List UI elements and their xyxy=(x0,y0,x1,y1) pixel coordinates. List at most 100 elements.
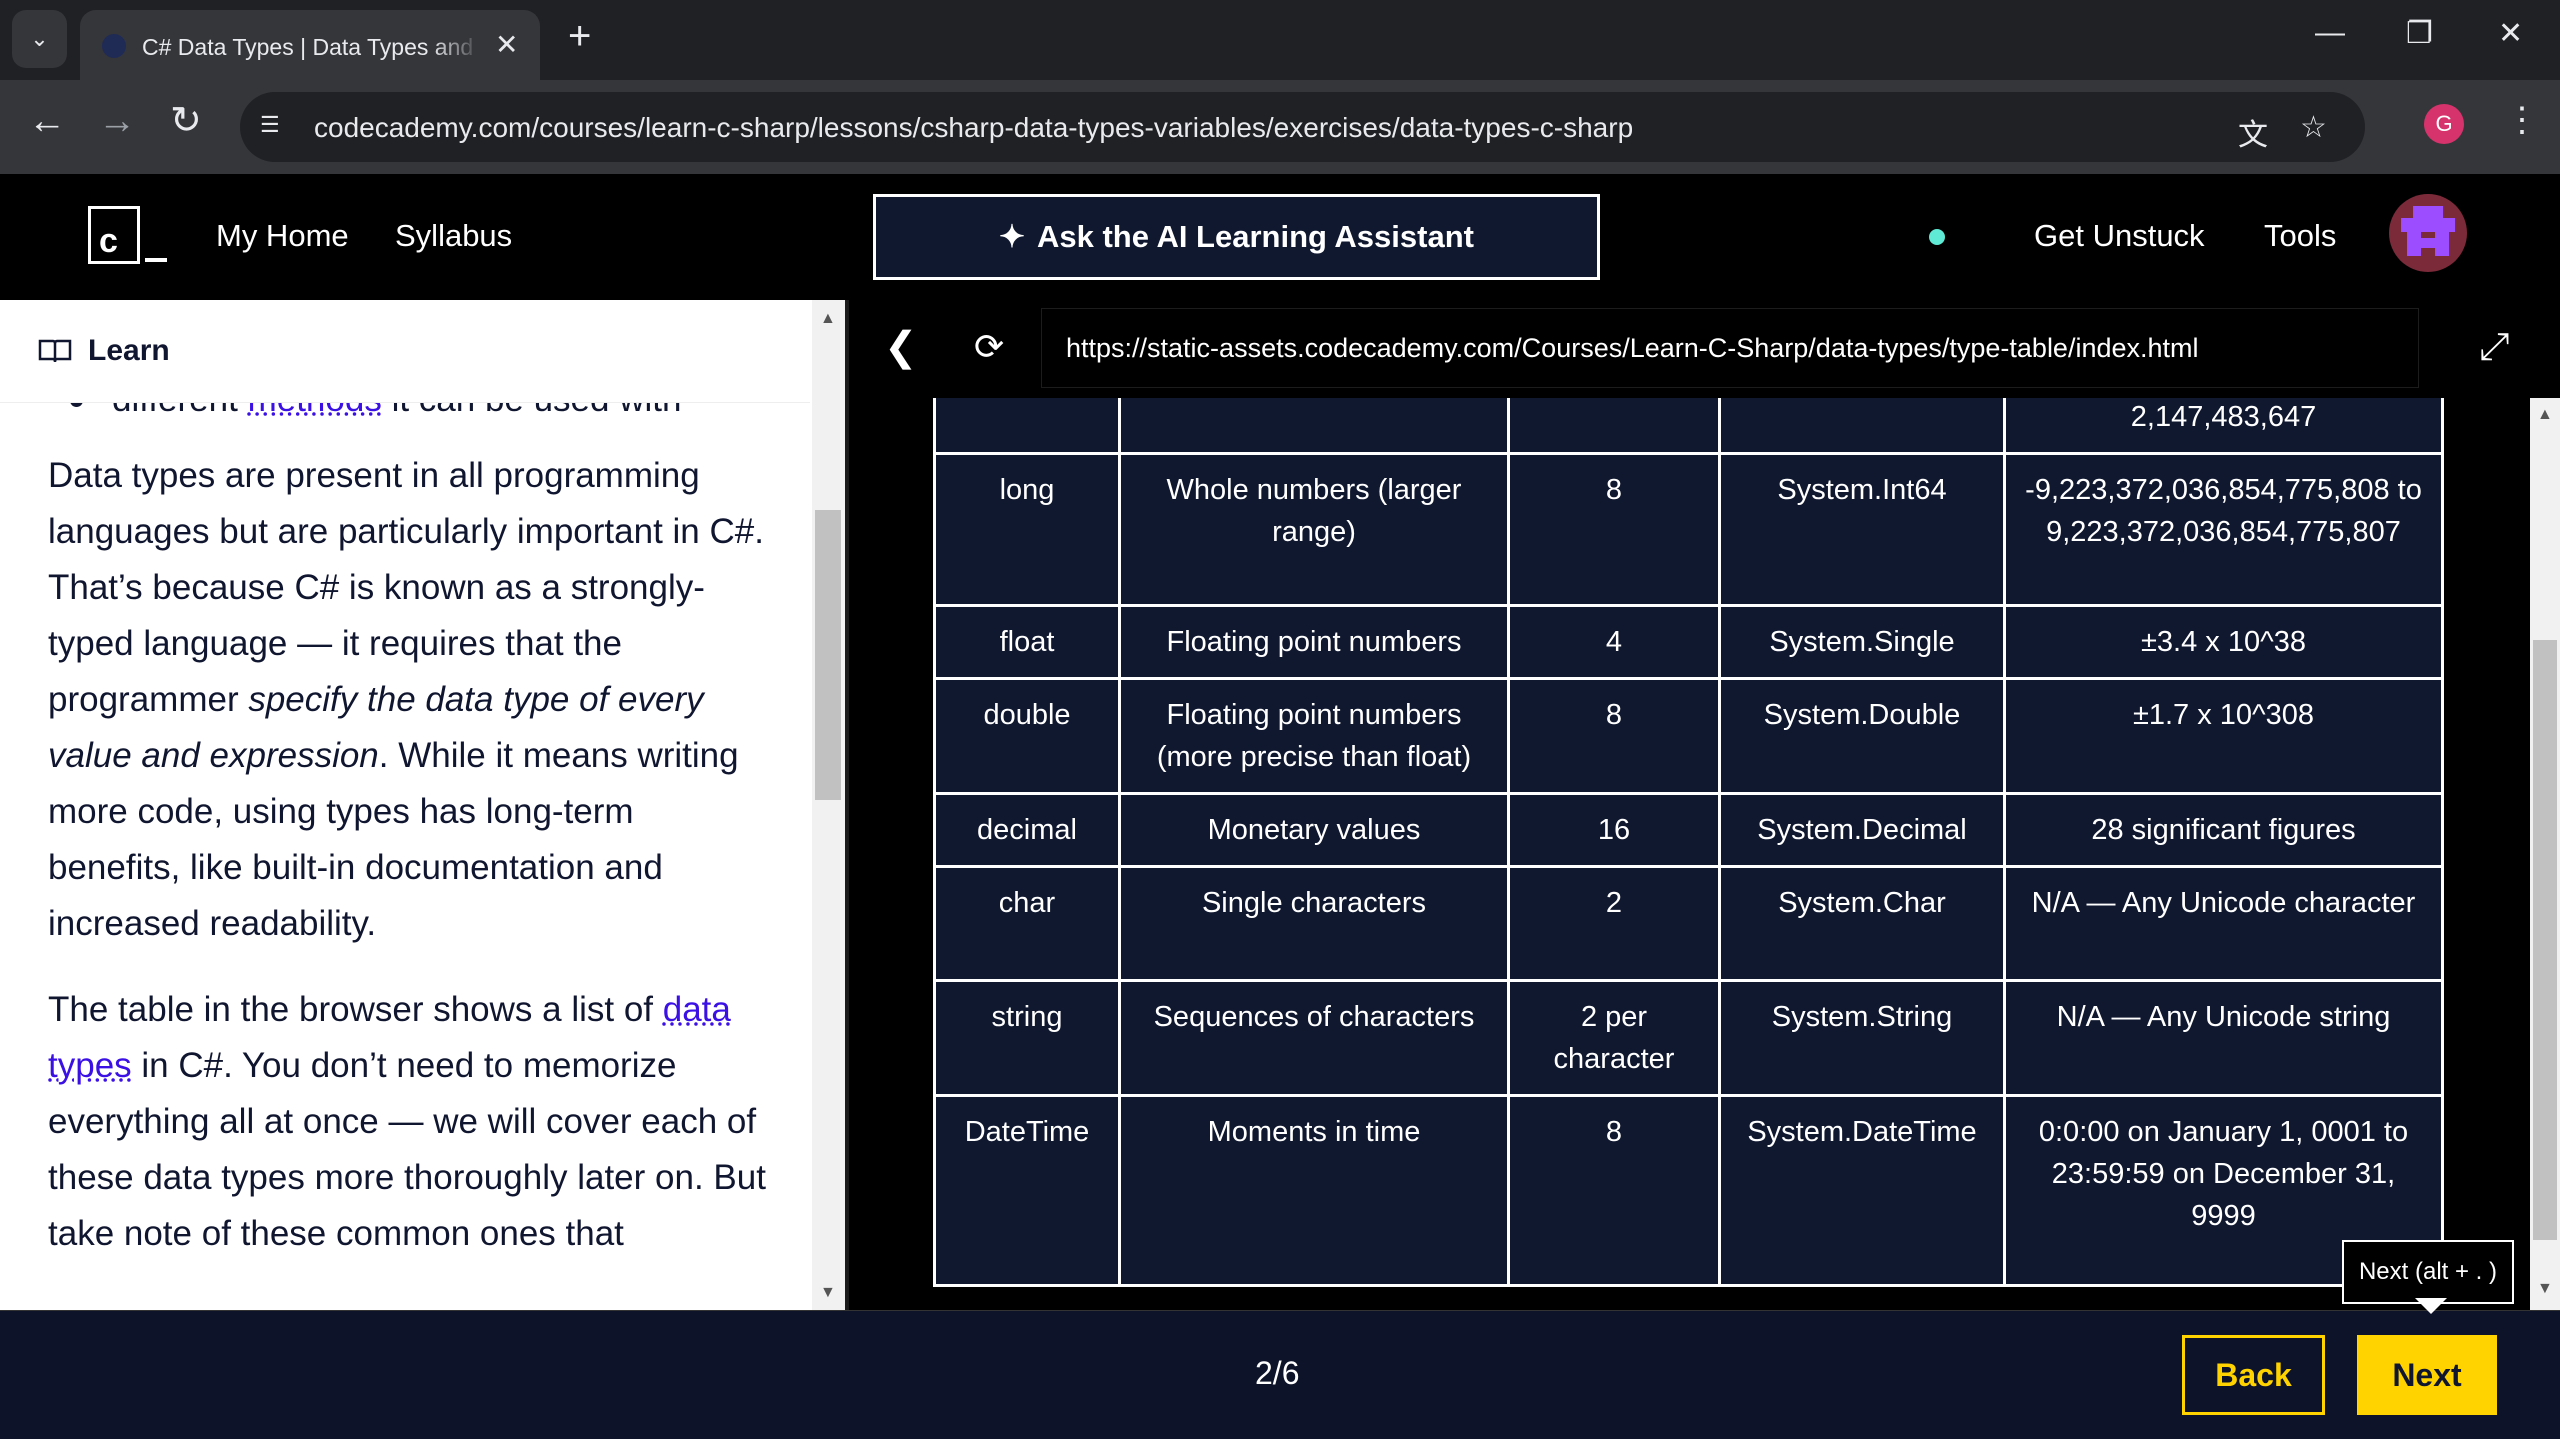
translate-icon[interactable]: 文 xyxy=(2238,110,2268,154)
back-button[interactable]: Back xyxy=(2182,1335,2325,1415)
table-cell-description: Single characters xyxy=(1118,865,1510,982)
table-cell-description: Moments in time xyxy=(1118,1094,1510,1287)
panel-browser-bar: ❮ ⟳ https://static-assets.codecademy.com… xyxy=(849,300,2560,398)
table-cell-bytes: 8 xyxy=(1507,452,1721,607)
site-info-icon[interactable]: ☰ xyxy=(260,112,290,142)
table-cell-dotnet: System.Double xyxy=(1718,677,2006,795)
favicon-icon xyxy=(102,34,126,58)
address-url[interactable]: codecademy.com/courses/learn-c-sharp/les… xyxy=(314,112,1633,144)
exercise-progress: 2/6 xyxy=(1255,1355,1300,1391)
panel-url-field[interactable]: https://static-assets.codecademy.com/Cou… xyxy=(1041,308,2419,388)
browser-tab[interactable]: C# Data Types | Data Types and ✕ xyxy=(80,10,540,80)
user-avatar[interactable] xyxy=(2389,194,2467,272)
lesson-footer: 2/6 Back Next xyxy=(0,1310,2560,1439)
nav-syllabus[interactable]: Syllabus xyxy=(395,218,512,254)
paragraph: The table in the browser shows a list of… xyxy=(48,990,766,1253)
table-cell-type: string xyxy=(933,979,1121,1097)
table-cell-range: ±1.7 x 10^308 xyxy=(2003,677,2444,795)
table-row: char Single characters 2 System.Char N/A — A… xyxy=(933,865,2444,982)
window-close-icon[interactable]: ✕ xyxy=(2498,16,2523,51)
browser-panel: ❮ ⟳ https://static-assets.codecademy.com… xyxy=(849,300,2560,1310)
paragraph: Data types are present in all programmin… xyxy=(48,456,764,943)
bookmark-star-icon[interactable]: ☆ xyxy=(2300,110,2327,145)
restore-icon[interactable]: ❐ xyxy=(2406,16,2433,51)
learn-scrollbar[interactable] xyxy=(812,300,845,1310)
table-cell-description: Floating point numbers xyxy=(1118,604,1510,680)
data-types-table: 2,147,483,647 long Whole numbers (larger r… xyxy=(933,398,2444,1287)
sparkle-icon: ✦ xyxy=(999,219,1025,254)
table-cell-bytes xyxy=(1507,398,1721,455)
get-unstuck-button[interactable]: Get Unstuck xyxy=(2034,218,2205,254)
next-tooltip: Next (alt + . ) xyxy=(2342,1240,2514,1304)
table-row: string Sequences of characters 2 per chara… xyxy=(933,979,2444,1097)
browser-toolbar: ← → ↻ ☰ codecademy.com/courses/learn-c-s… xyxy=(0,80,2560,174)
expand-icon[interactable]: ⤢ xyxy=(2479,326,2509,369)
browser-menu-icon[interactable]: ⋮ xyxy=(2505,100,2539,140)
table-cell-description xyxy=(1118,398,1510,455)
status-dot xyxy=(1929,229,1945,245)
learn-scrollbar-thumb[interactable] xyxy=(815,510,841,800)
back-arrow-icon[interactable]: ← xyxy=(28,102,66,140)
chevron-down-icon: ⌄ xyxy=(30,26,49,51)
table-row: long Whole numbers (larger range) 8 System.… xyxy=(933,452,2444,607)
nav-my-home[interactable]: My Home xyxy=(216,218,349,254)
codecademy-logo[interactable]: c xyxy=(88,206,140,264)
table-cell-dotnet: System.String xyxy=(1718,979,2006,1097)
minimize-icon[interactable]: — xyxy=(2315,16,2345,50)
learn-panel: different methods it can be used with Da… xyxy=(0,300,845,1310)
tooltip-arrow xyxy=(2415,1298,2447,1314)
table-cell-range: 28 significant figures xyxy=(2003,792,2444,868)
table-cell-bytes: 8 xyxy=(1507,1094,1721,1287)
table-cell-dotnet: System.Decimal xyxy=(1718,792,2006,868)
next-button[interactable]: Next xyxy=(2357,1335,2497,1415)
table-row: 2,147,483,647 xyxy=(933,398,2444,455)
scroll-up-icon[interactable]: ▲ xyxy=(820,310,836,328)
table-cell-type: decimal xyxy=(933,792,1121,868)
learn-content: different methods it can be used with Da… xyxy=(48,380,768,1292)
ai-assistant-label: Ask the AI Learning Assistant xyxy=(1037,219,1474,254)
profile-avatar[interactable]: G xyxy=(2424,104,2464,144)
tab-search-button[interactable]: ⌄ xyxy=(12,10,67,68)
address-bar[interactable]: ☰ codecademy.com/courses/learn-c-sharp/l… xyxy=(240,92,2365,162)
table-cell-type: double xyxy=(933,677,1121,795)
table-cell-description: Sequences of characters xyxy=(1118,979,1510,1097)
table-cell-range: 2,147,483,647 xyxy=(2003,398,2444,455)
table-cell-type xyxy=(933,398,1121,455)
logo-underscore xyxy=(145,258,167,262)
ai-assistant-button[interactable]: ✦ Ask the AI Learning Assistant xyxy=(873,194,1600,280)
table-cell-range: ±3.4 x 10^38 xyxy=(2003,604,2444,680)
table-cell-bytes: 2 xyxy=(1507,865,1721,982)
table-row: float Floating point numbers 4 System.Singl… xyxy=(933,604,2444,680)
panel-scroll-up-icon[interactable]: ▲ xyxy=(2537,406,2553,424)
table-cell-dotnet: System.DateTime xyxy=(1718,1094,2006,1287)
table-cell-range: N/A — Any Unicode character xyxy=(2003,865,2444,982)
browser-tab-bar: ⌄ C# Data Types | Data Types and ✕ + — ❐… xyxy=(0,0,2560,80)
scroll-down-icon[interactable]: ▼ xyxy=(820,1284,836,1302)
book-icon xyxy=(38,339,72,363)
tab-title: C# Data Types | Data Types and xyxy=(142,34,474,60)
learn-title: Learn xyxy=(88,334,170,367)
table-cell-range: N/A — Any Unicode string xyxy=(2003,979,2444,1097)
panel-scrollbar-thumb[interactable] xyxy=(2533,640,2557,1240)
table-cell-type: float xyxy=(933,604,1121,680)
table-cell-bytes: 2 per character xyxy=(1507,979,1721,1097)
tools-button[interactable]: Tools xyxy=(2264,218,2336,254)
table-cell-description: Monetary values xyxy=(1118,792,1510,868)
table-cell-type: char xyxy=(933,865,1121,982)
panel-refresh-icon[interactable]: ⟳ xyxy=(974,326,1004,368)
panel-scroll-down-icon[interactable]: ▼ xyxy=(2537,1280,2553,1298)
close-icon[interactable]: ✕ xyxy=(495,28,518,61)
site-header: c My Home Syllabus ✦ Ask the AI Learning… xyxy=(0,174,2560,300)
table-cell-bytes: 16 xyxy=(1507,792,1721,868)
table-row: decimal Monetary values 16 System.Decimal 28… xyxy=(933,792,2444,868)
table-cell-bytes: 4 xyxy=(1507,604,1721,680)
table-cell-description: Floating point numbers (more precise tha… xyxy=(1118,677,1510,795)
reload-icon[interactable]: ↻ xyxy=(170,102,202,140)
forward-arrow-icon[interactable]: → xyxy=(98,102,136,140)
table-row: double Floating point numbers (more preci… xyxy=(933,677,2444,795)
panel-back-icon[interactable]: ❮ xyxy=(884,324,918,370)
table-cell-bytes: 8 xyxy=(1507,677,1721,795)
table-cell-description: Whole numbers (larger range) xyxy=(1118,452,1510,607)
table-cell-range: -9,223,372,036,854,775,808 to 9,223,372,… xyxy=(2003,452,2444,607)
new-tab-button[interactable]: + xyxy=(568,16,591,56)
